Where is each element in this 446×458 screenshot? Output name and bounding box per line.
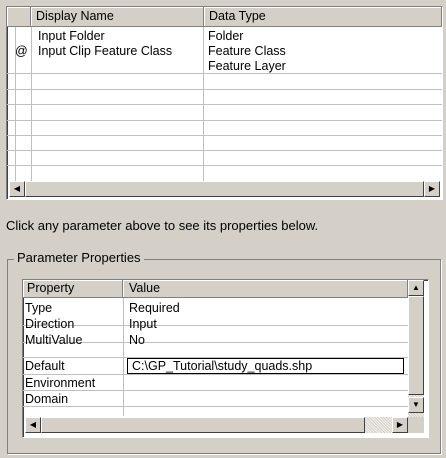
property-value-cell[interactable]: Required bbox=[129, 301, 180, 315]
hint-text: Click any parameter above to see its pro… bbox=[6, 218, 319, 233]
default-value-input[interactable]: C:\GP_Tutorial\study_quads.shp bbox=[127, 358, 404, 374]
grid-line bbox=[23, 325, 408, 326]
column-header-value[interactable]: Value bbox=[123, 280, 408, 298]
column-header-data-type[interactable]: Data Type bbox=[204, 7, 442, 27]
scroll-down-button[interactable]: ▼ bbox=[408, 397, 424, 413]
horizontal-scrollbar[interactable]: ◀ ▶ bbox=[25, 417, 408, 433]
grid-line bbox=[7, 135, 442, 136]
property-name-cell: Environment bbox=[25, 376, 96, 390]
scrollbar-corner bbox=[408, 417, 424, 433]
property-value-cell[interactable]: No bbox=[129, 333, 145, 347]
scroll-thumb[interactable] bbox=[408, 296, 424, 395]
arrow-right-icon: ▶ bbox=[396, 420, 404, 429]
arrow-left-icon: ◀ bbox=[29, 420, 37, 429]
property-name-cell: Direction bbox=[25, 317, 75, 331]
data-type-cell[interactable]: Feature Layer bbox=[208, 59, 286, 73]
grid-line bbox=[23, 390, 408, 391]
row-selector-header bbox=[7, 7, 31, 27]
column-header-property[interactable]: Property bbox=[23, 280, 123, 298]
scroll-right-button[interactable]: ▶ bbox=[392, 417, 408, 433]
scroll-thumb[interactable] bbox=[25, 181, 424, 197]
scroll-left-button[interactable]: ◀ bbox=[25, 417, 41, 433]
grid-line bbox=[7, 73, 442, 74]
display-name-cell[interactable]: Input Clip Feature Class bbox=[38, 44, 172, 58]
grid-line bbox=[23, 406, 408, 407]
parameters-grid[interactable]: Display Name Data Type Input Folder Fold… bbox=[6, 6, 443, 200]
arrow-right-icon: ▶ bbox=[428, 184, 436, 193]
vertical-scrollbar[interactable]: ▲ ▼ bbox=[408, 280, 424, 417]
grid-line bbox=[7, 104, 442, 105]
scroll-up-button[interactable]: ▲ bbox=[408, 280, 424, 296]
horizontal-scrollbar[interactable]: ◀ ▶ bbox=[9, 181, 440, 197]
property-name-cell: MultiValue bbox=[25, 333, 83, 347]
data-type-cell[interactable]: Folder bbox=[208, 29, 243, 43]
grid-line bbox=[7, 89, 442, 90]
column-header-display-name[interactable]: Display Name bbox=[31, 7, 204, 27]
group-title: Parameter Properties bbox=[14, 250, 144, 265]
scroll-right-button[interactable]: ▶ bbox=[424, 181, 440, 197]
grid-line bbox=[23, 374, 408, 375]
scroll-thumb[interactable] bbox=[41, 417, 365, 433]
data-type-cell[interactable]: Feature Class bbox=[208, 44, 286, 58]
property-grid[interactable]: Property Value Type Required Direction I… bbox=[22, 279, 429, 438]
arrow-down-icon: ▼ bbox=[412, 400, 420, 409]
arrow-left-icon: ◀ bbox=[13, 184, 21, 193]
arrow-up-icon: ▲ bbox=[412, 283, 420, 292]
grid-line bbox=[7, 150, 442, 151]
scroll-left-button[interactable]: ◀ bbox=[9, 181, 25, 197]
grid-line bbox=[7, 120, 442, 121]
display-name-cell[interactable]: Input Folder bbox=[38, 29, 105, 43]
property-name-cell: Domain bbox=[25, 392, 69, 406]
row-marker: @ bbox=[15, 44, 28, 58]
property-name-cell: Type bbox=[25, 301, 53, 315]
grid-line bbox=[7, 165, 442, 166]
property-value-cell[interactable]: Input bbox=[129, 317, 157, 331]
property-name-cell: Default bbox=[25, 359, 65, 373]
